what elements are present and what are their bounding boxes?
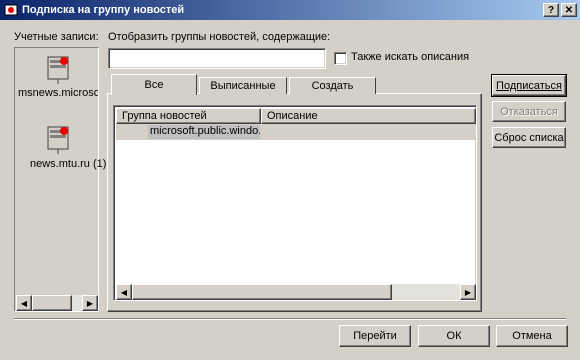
scroll-left-icon[interactable]: ◀ (116, 284, 132, 300)
news-server-icon (47, 56, 69, 84)
scroll-right-icon[interactable]: ▶ (460, 284, 476, 300)
help-button[interactable]: ? (543, 3, 559, 17)
goto-button[interactable]: Перейти (339, 325, 411, 347)
column-header-group[interactable]: Группа новостей (116, 108, 261, 124)
newsgroup-list[interactable]: Группа новостей Описание microsoft.publi… (113, 105, 477, 301)
reset-list-button[interactable]: Сброс списка (492, 127, 566, 148)
cancel-button[interactable]: Отмена (496, 325, 568, 347)
ok-button[interactable]: ОК (418, 325, 490, 347)
scroll-right-icon[interactable]: ▶ (82, 295, 98, 311)
unsubscribe-button[interactable]: Отказаться (492, 101, 566, 122)
separator (14, 318, 566, 320)
title-bar[interactable]: Подписка на группу новостей ? ✕ (0, 0, 580, 20)
search-descriptions-label: Также искать описания (351, 51, 470, 63)
scroll-thumb[interactable] (132, 284, 392, 300)
subscribe-button[interactable]: Подписаться (491, 74, 567, 97)
tab-all[interactable]: Все (111, 74, 197, 95)
filter-input[interactable] (108, 48, 326, 69)
account-item-msnews[interactable]: msnews.microsoft. (16, 49, 98, 110)
window-title: Подписка на группу новостей (22, 4, 185, 16)
filter-label: Отобразить группы новостей, содержащие: (108, 31, 331, 43)
tab-subscribed[interactable]: Выписанные (199, 77, 287, 94)
close-icon: ✕ (564, 4, 574, 16)
accounts-label: Учетные записи: (14, 31, 99, 43)
news-server-icon (47, 126, 69, 154)
newsgroup-name: microsoft.public.windo... (148, 125, 260, 139)
account-label: msnews.microsoft. (18, 87, 98, 99)
accounts-pane[interactable]: msnews.microsoft. news.mtu.ru (1) ◀ ▶ (14, 47, 106, 312)
newsgroup-app-icon (4, 4, 18, 16)
accounts-hscrollbar[interactable]: ◀ ▶ (16, 295, 98, 311)
account-label: news.mtu.ru (1) (30, 158, 107, 170)
tab-new[interactable]: Создать (289, 77, 376, 94)
list-hscrollbar[interactable]: ◀ ▶ (116, 284, 476, 300)
scroll-left-icon[interactable]: ◀ (16, 295, 32, 311)
scroll-thumb[interactable] (32, 295, 72, 311)
close-button[interactable]: ✕ (561, 3, 577, 17)
account-item-mtu[interactable]: news.mtu.ru (1) (16, 121, 106, 171)
search-descriptions-checkbox[interactable] (334, 52, 347, 65)
column-header-description[interactable]: Описание (261, 108, 476, 124)
table-row[interactable]: microsoft.public.windo... (116, 124, 476, 140)
